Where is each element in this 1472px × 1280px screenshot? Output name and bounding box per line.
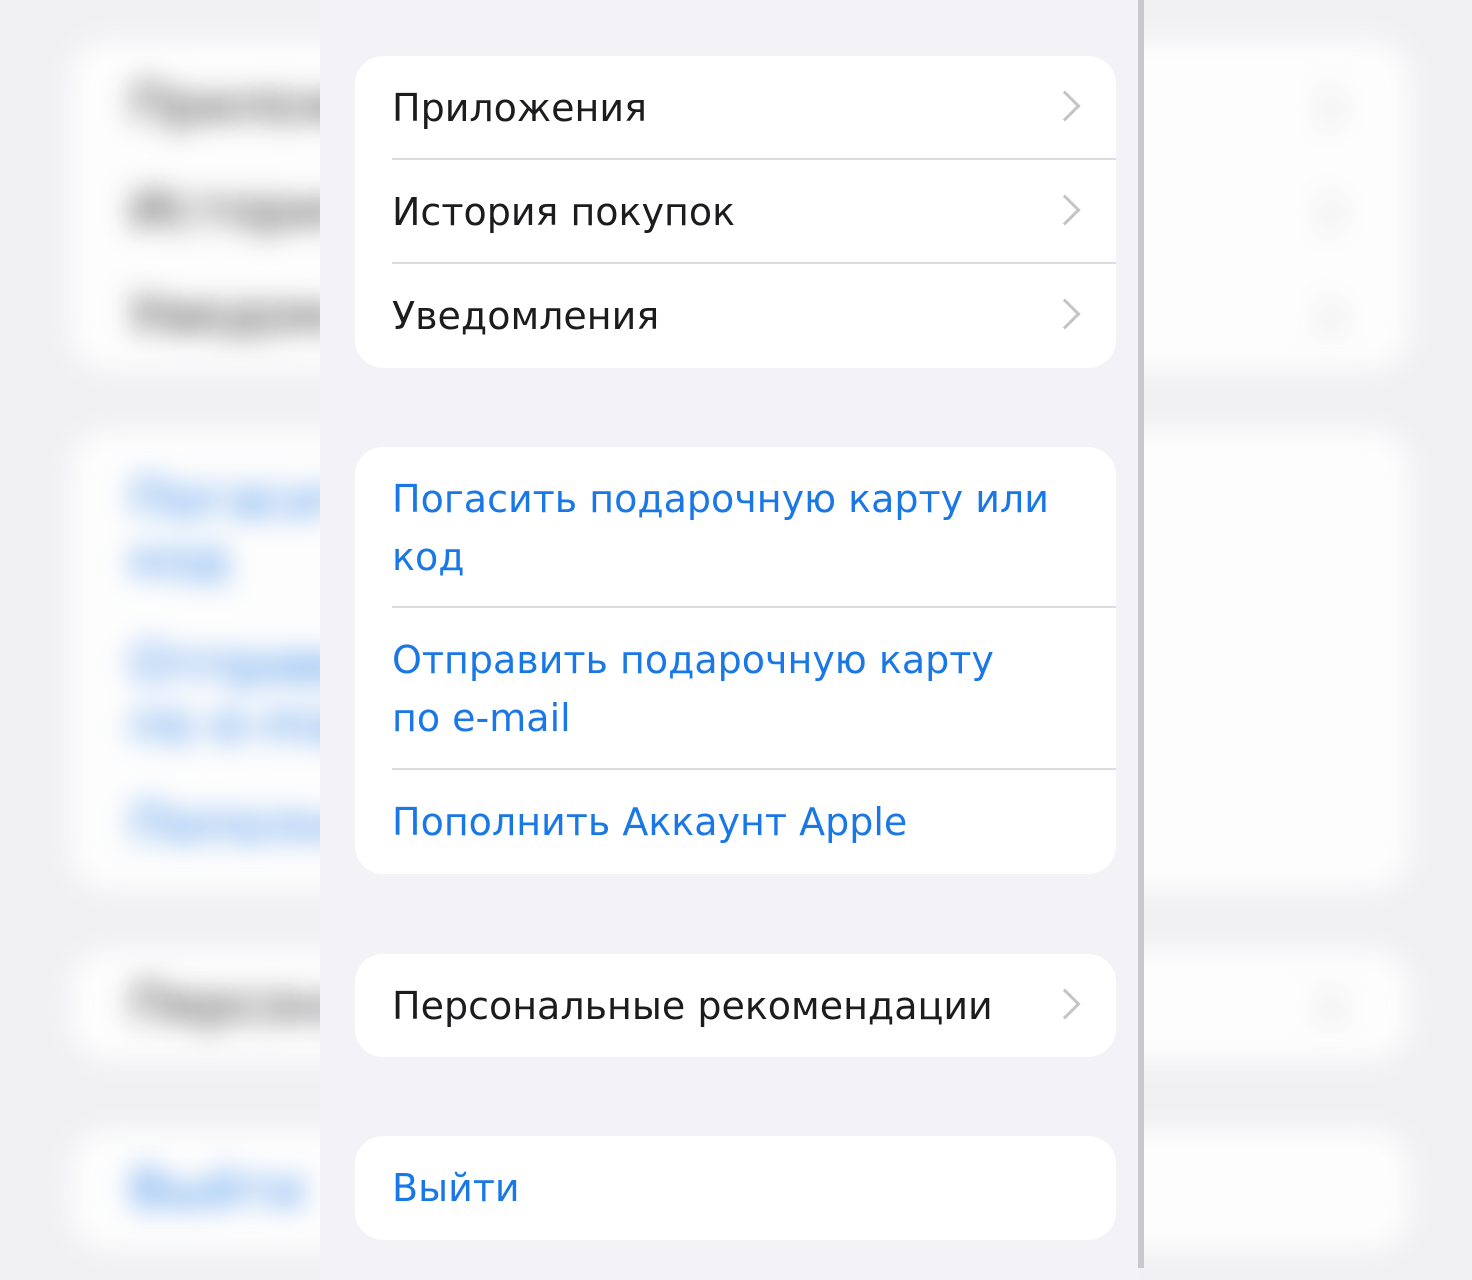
panel-edge-divider xyxy=(1138,0,1144,1268)
add-funds-link[interactable]: Пополнить Аккаунт Apple xyxy=(355,770,1116,874)
row-personal-recommendations-label: Персональные рекомендации xyxy=(392,983,993,1028)
sign-out-label: Выйти xyxy=(392,1166,520,1210)
blurred-chevron-icon xyxy=(1304,194,1343,233)
chevron-right-icon xyxy=(1049,298,1081,330)
sign-out-group: Выйти xyxy=(355,1136,1116,1240)
row-purchase-history[interactable]: История покупок xyxy=(355,160,1116,264)
blurred-chevron-icon xyxy=(1304,989,1343,1028)
send-gift-card-line-2: по e-mail xyxy=(392,696,571,740)
redeem-gift-card-line-2: код xyxy=(392,534,465,579)
send-gift-card-label: Отправить подарочную карту по e-mail xyxy=(392,631,994,747)
send-gift-card-line-1: Отправить подарочную карту xyxy=(392,638,994,682)
redeem-gift-card-label: Погасить подарочную карту или код xyxy=(392,470,1049,586)
blurred-row: Выйти xyxy=(130,1160,305,1220)
chevron-right-icon xyxy=(1049,90,1081,122)
add-funds-label: Пополнить Аккаунт Apple xyxy=(392,800,908,844)
recommendations-group: Персональные рекомендации xyxy=(355,954,1116,1057)
row-notifications[interactable]: Уведомления xyxy=(355,264,1116,368)
account-settings-group: Приложения История покупок Уведомления xyxy=(355,56,1116,368)
sign-out-button[interactable]: Выйти xyxy=(355,1136,1116,1240)
row-apps[interactable]: Приложения xyxy=(355,56,1116,160)
row-purchase-history-label: История покупок xyxy=(392,190,736,234)
redeem-gift-card-line-1: Погасить подарочную карту или xyxy=(392,476,1049,521)
gift-card-group: Погасить подарочную карту или код Отправ… xyxy=(355,447,1116,874)
chevron-right-icon xyxy=(1049,987,1081,1020)
send-gift-card-link[interactable]: Отправить подарочную карту по e-mail xyxy=(355,608,1116,770)
redeem-gift-card-link[interactable]: Погасить подарочную карту или код xyxy=(355,447,1116,608)
blurred-row: код xyxy=(130,530,230,590)
blurred-chevron-icon xyxy=(1304,299,1343,338)
row-personal-recommendations[interactable]: Персональные рекомендации xyxy=(355,954,1116,1057)
row-apps-label: Приложения xyxy=(392,86,647,130)
row-notifications-label: Уведомления xyxy=(392,294,660,338)
blurred-chevron-icon xyxy=(1304,89,1343,128)
chevron-right-icon xyxy=(1049,194,1081,226)
